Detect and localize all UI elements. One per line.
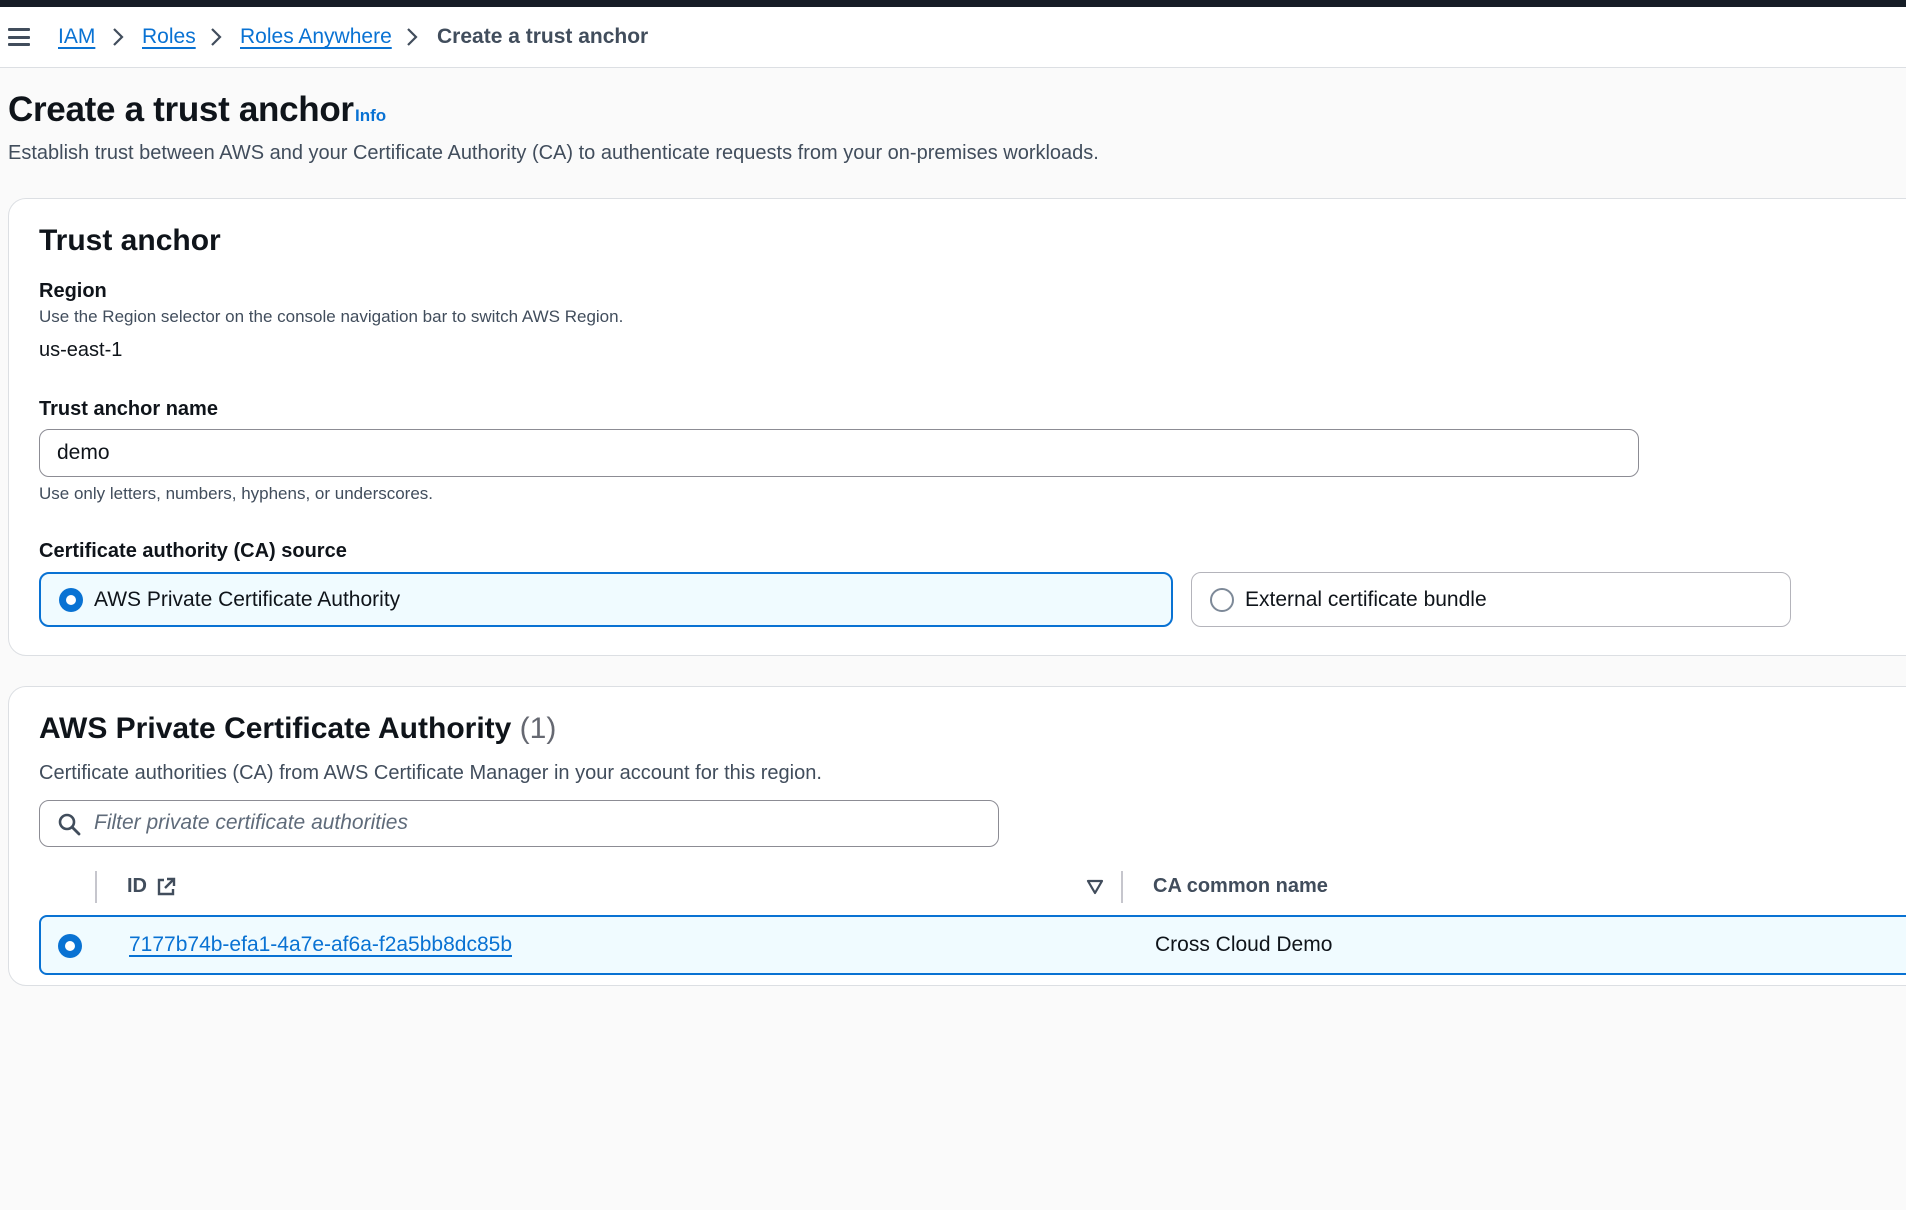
ca-source-external-bundle[interactable]: External certificate bundle <box>1191 572 1791 627</box>
trust-anchor-name-input[interactable] <box>39 429 1639 477</box>
info-link[interactable]: Info <box>355 106 386 126</box>
region-value: us-east-1 <box>39 339 123 361</box>
page-description: Establish trust between AWS and your Cer… <box>8 142 1099 164</box>
ca-source-label: Certificate authority (CA) source <box>39 540 347 562</box>
filter-box <box>39 800 999 847</box>
external-link-icon[interactable] <box>156 877 176 897</box>
card-title: AWS Private Certificate Authority (1) <box>39 710 556 748</box>
ca-option-label: AWS Private Certificate Authority <box>94 587 401 611</box>
chevron-right-icon <box>113 28 124 46</box>
column-divider[interactable] <box>1121 871 1123 903</box>
page-title: Create a trust anchor <box>8 90 354 129</box>
column-header-ca-common-name[interactable]: CA common name <box>1153 873 1328 899</box>
breadcrumb: IAM Roles Roles Anywhere Create a trust … <box>0 7 1906 68</box>
private-ca-card: AWS Private Certificate Authority (1) Ce… <box>8 686 1906 986</box>
trust-anchor-card: Trust anchor Region Use the Region selec… <box>8 198 1906 656</box>
trust-anchor-name-hint: Use only letters, numbers, hyphens, or u… <box>39 484 434 503</box>
sort-down-icon[interactable] <box>1086 879 1104 895</box>
breadcrumb-roles-anywhere[interactable]: Roles Anywhere <box>240 24 392 50</box>
top-bar <box>0 0 1906 7</box>
chevron-right-icon <box>407 28 418 46</box>
region-label: Region <box>39 280 107 302</box>
row-radio-selected-icon[interactable] <box>58 934 82 958</box>
ca-count: (1) <box>519 712 557 745</box>
card-title-text: AWS Private Certificate Authority <box>39 712 512 745</box>
table-row[interactable]: 7177b74b-efa1-4a7e-af6a-f2a5bb8dc85b Cro… <box>39 915 1906 975</box>
ca-common-name: Cross Cloud Demo <box>1155 933 1333 956</box>
private-ca-description: Certificate authorities (CA) from AWS Ce… <box>39 762 822 784</box>
column-header-id[interactable]: ID <box>127 873 147 899</box>
trust-anchor-name-label: Trust anchor name <box>39 398 218 420</box>
region-hint: Use the Region selector on the console n… <box>39 307 624 326</box>
radio-unselected-icon[interactable] <box>1210 587 1234 612</box>
breadcrumb-roles[interactable]: Roles <box>142 24 196 50</box>
ca-option-label: External certificate bundle <box>1245 587 1487 611</box>
ca-id-link[interactable]: 7177b74b-efa1-4a7e-af6a-f2a5bb8dc85b <box>129 933 512 957</box>
filter-input[interactable] <box>92 801 972 845</box>
ca-source-aws-private-ca[interactable]: AWS Private Certificate Authority <box>39 572 1173 627</box>
radio-selected-icon[interactable] <box>59 587 83 612</box>
card-title: Trust anchor <box>39 224 221 257</box>
column-divider <box>95 871 97 903</box>
menu-icon[interactable] <box>8 28 30 46</box>
search-icon <box>58 813 81 836</box>
breadcrumb-iam[interactable]: IAM <box>58 24 95 50</box>
breadcrumb-current: Create a trust anchor <box>437 25 649 48</box>
chevron-right-icon <box>211 28 222 46</box>
